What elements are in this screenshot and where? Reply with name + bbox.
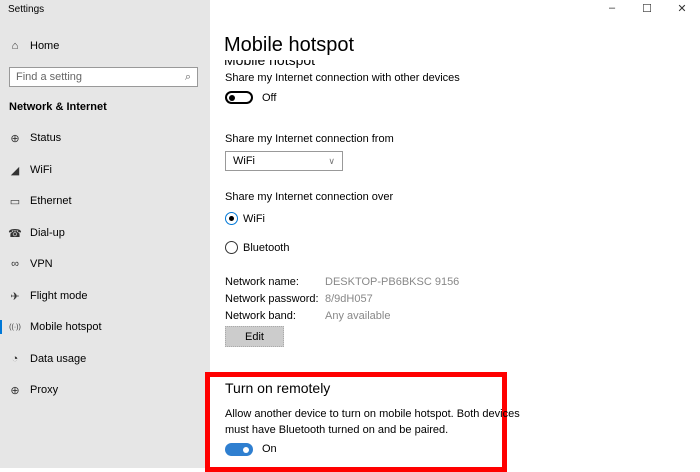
flight-mode-icon: ✈ — [10, 290, 20, 303]
search-placeholder: Find a setting — [16, 71, 83, 83]
wifi-icon: ◢ — [10, 164, 20, 177]
sidebar-item-label: Dial-up — [30, 227, 65, 239]
search-input[interactable]: Find a setting ⌕ — [9, 67, 198, 87]
sidebar-item-wifi[interactable]: ◢ WiFi — [0, 158, 210, 182]
chevron-down-icon: ∨ — [328, 155, 335, 166]
data-usage-icon: ◔ — [11, 353, 19, 365]
remote-title: Turn on remotely — [225, 380, 331, 396]
network-name-value: DESKTOP-PB6BKSC 9156 — [325, 276, 460, 288]
mobile-hotspot-icon: ((·)) — [9, 323, 21, 331]
window-title: Settings — [8, 4, 45, 15]
maximize-button[interactable]: ☐ — [632, 2, 662, 15]
network-password-label: Network password: — [225, 293, 319, 305]
edit-button[interactable]: Edit — [225, 326, 284, 347]
sidebar-item-label: Status — [30, 132, 62, 144]
sidebar: Settings ⌂ Home Find a setting ⌕ Network &… — [0, 0, 210, 468]
network-band-value: Any available — [325, 310, 391, 322]
sidebar-item-vpn[interactable]: ∞ VPN — [0, 252, 210, 276]
network-band-label: Network band: — [225, 310, 296, 322]
home-icon: ⌂ — [11, 40, 19, 52]
sidebar-item-status[interactable]: ⊕ Status — [0, 126, 210, 150]
dropdown-value: WiFi — [233, 155, 255, 167]
sidebar-item-mobile-hotspot[interactable]: ((·)) Mobile hotspot — [0, 315, 210, 339]
sidebar-item-label: Data usage — [30, 353, 87, 365]
sidebar-item-data-usage[interactable]: ◔ Data usage — [0, 347, 210, 371]
proxy-icon: ⊕ — [10, 384, 20, 397]
sidebar-item-dial-up[interactable]: ☎ Dial-up — [0, 221, 210, 245]
sidebar-item-proxy[interactable]: ⊕ Proxy — [0, 378, 210, 402]
sidebar-item-label: VPN — [30, 258, 53, 270]
sidebar-item-label: Ethernet — [30, 195, 72, 207]
section-subtitle: Mobile hotspot — [224, 60, 316, 68]
home-label: Home — [30, 40, 60, 52]
radio-bluetooth-label: Bluetooth — [243, 242, 290, 254]
connection-from-dropdown[interactable]: WiFi ∨ — [225, 151, 343, 171]
from-label: Share my Internet connection from — [225, 133, 394, 145]
share-label: Share my Internet connection with other … — [225, 72, 460, 84]
remote-description-2: must have Bluetooth turned on and be pai… — [225, 424, 449, 436]
minimize-button[interactable]: – — [597, 2, 627, 15]
page-title: Mobile hotspot — [224, 34, 355, 56]
status-icon: ⊕ — [10, 132, 20, 145]
sidebar-item-ethernet[interactable]: ▭ Ethernet — [0, 189, 210, 213]
sidebar-item-home[interactable]: ⌂ Home — [0, 34, 210, 58]
vpn-icon: ∞ — [11, 258, 19, 270]
sidebar-item-label: WiFi — [30, 164, 52, 176]
remote-toggle[interactable] — [225, 443, 253, 456]
radio-wifi[interactable] — [225, 212, 238, 225]
hotspot-toggle[interactable] — [225, 91, 253, 104]
radio-bluetooth[interactable] — [225, 241, 238, 254]
radio-wifi-label: WiFi — [243, 213, 265, 225]
network-password-value: 8/9dH057 — [325, 293, 373, 305]
search-icon: ⌕ — [184, 70, 191, 83]
over-label: Share my Internet connection over — [225, 191, 394, 203]
dial-up-icon: ☎ — [8, 227, 22, 240]
ethernet-icon: ▭ — [9, 195, 21, 208]
hotspot-toggle-state: Off — [262, 92, 277, 104]
remote-description-1: Allow another device to turn on mobile h… — [225, 408, 520, 420]
close-button[interactable]: ✕ — [667, 2, 697, 15]
sidebar-item-flight-mode[interactable]: ✈ Flight mode — [0, 284, 210, 308]
sidebar-item-label: Proxy — [30, 384, 59, 396]
network-name-label: Network name: — [225, 276, 299, 288]
sidebar-item-label: Mobile hotspot — [30, 321, 102, 333]
section-heading: Network & Internet — [9, 101, 107, 113]
sidebar-item-label: Flight mode — [30, 290, 88, 302]
remote-toggle-state: On — [262, 443, 277, 455]
